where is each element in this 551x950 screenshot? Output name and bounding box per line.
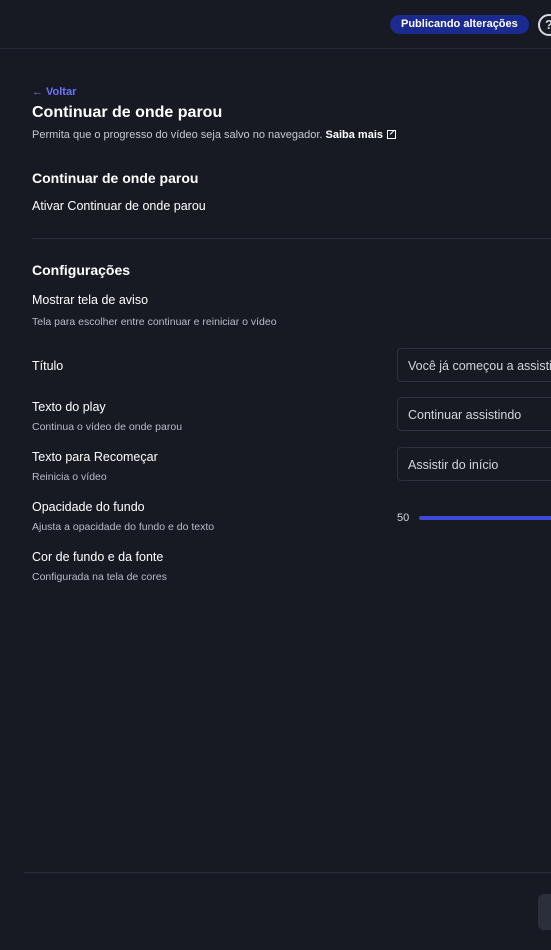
status-badge: Publicando alterações xyxy=(390,15,529,34)
play-text-desc: Continua o vídeo de onde parou xyxy=(32,421,183,433)
opacity-slider[interactable] xyxy=(419,516,551,520)
page-title: Continuar de onde parou xyxy=(32,104,223,121)
top-bar: Publicando alterações ? xyxy=(0,0,551,49)
back-link[interactable]: ← Voltar xyxy=(32,86,76,98)
opacity-desc: Ajusta a opacidade do fundo e do texto xyxy=(32,521,215,533)
subtitle-text: Permita que o progresso do vídeo seja sa… xyxy=(32,129,323,141)
back-arrow-icon: ← xyxy=(32,86,43,98)
help-icon[interactable]: ? xyxy=(538,14,551,36)
restart-text-label: Texto para Recomeçar xyxy=(32,450,158,464)
warning-screen-desc: Tela para escolher entre continuar e rei… xyxy=(32,316,277,328)
title-input[interactable]: Você já começou a assistir xyxy=(397,348,551,382)
footer-divider xyxy=(24,872,551,873)
play-text-input[interactable]: Continuar assistindo xyxy=(397,397,551,431)
restart-text-desc: Reinicia o vídeo xyxy=(32,471,107,483)
opacity-value: 50 xyxy=(397,512,410,524)
opacity-label: Opacidade do fundo xyxy=(32,500,145,514)
footer-button[interactable] xyxy=(538,894,551,930)
colors-desc: Configurada na tela de cores xyxy=(32,571,167,583)
external-link-icon xyxy=(387,130,397,139)
learn-more-label: Saiba mais xyxy=(325,129,384,141)
divider xyxy=(32,238,551,239)
warning-screen-label: Mostrar tela de aviso xyxy=(32,293,149,307)
play-text-label: Texto do play xyxy=(32,400,106,414)
title-field-label: Título xyxy=(32,359,64,373)
section-title-config: Configurações xyxy=(32,262,131,278)
section-title-main: Continuar de onde parou xyxy=(32,170,199,186)
restart-text-input[interactable]: Assistir do início xyxy=(397,447,551,481)
colors-label: Cor de fundo e da fonte xyxy=(32,550,164,564)
learn-more-link[interactable]: Saiba mais xyxy=(325,129,397,141)
back-label: Voltar xyxy=(46,86,77,98)
page-subtitle: Permita que o progresso do vídeo seja sa… xyxy=(32,129,397,141)
toggle-label: Ativar Continuar de onde parou xyxy=(32,199,206,213)
